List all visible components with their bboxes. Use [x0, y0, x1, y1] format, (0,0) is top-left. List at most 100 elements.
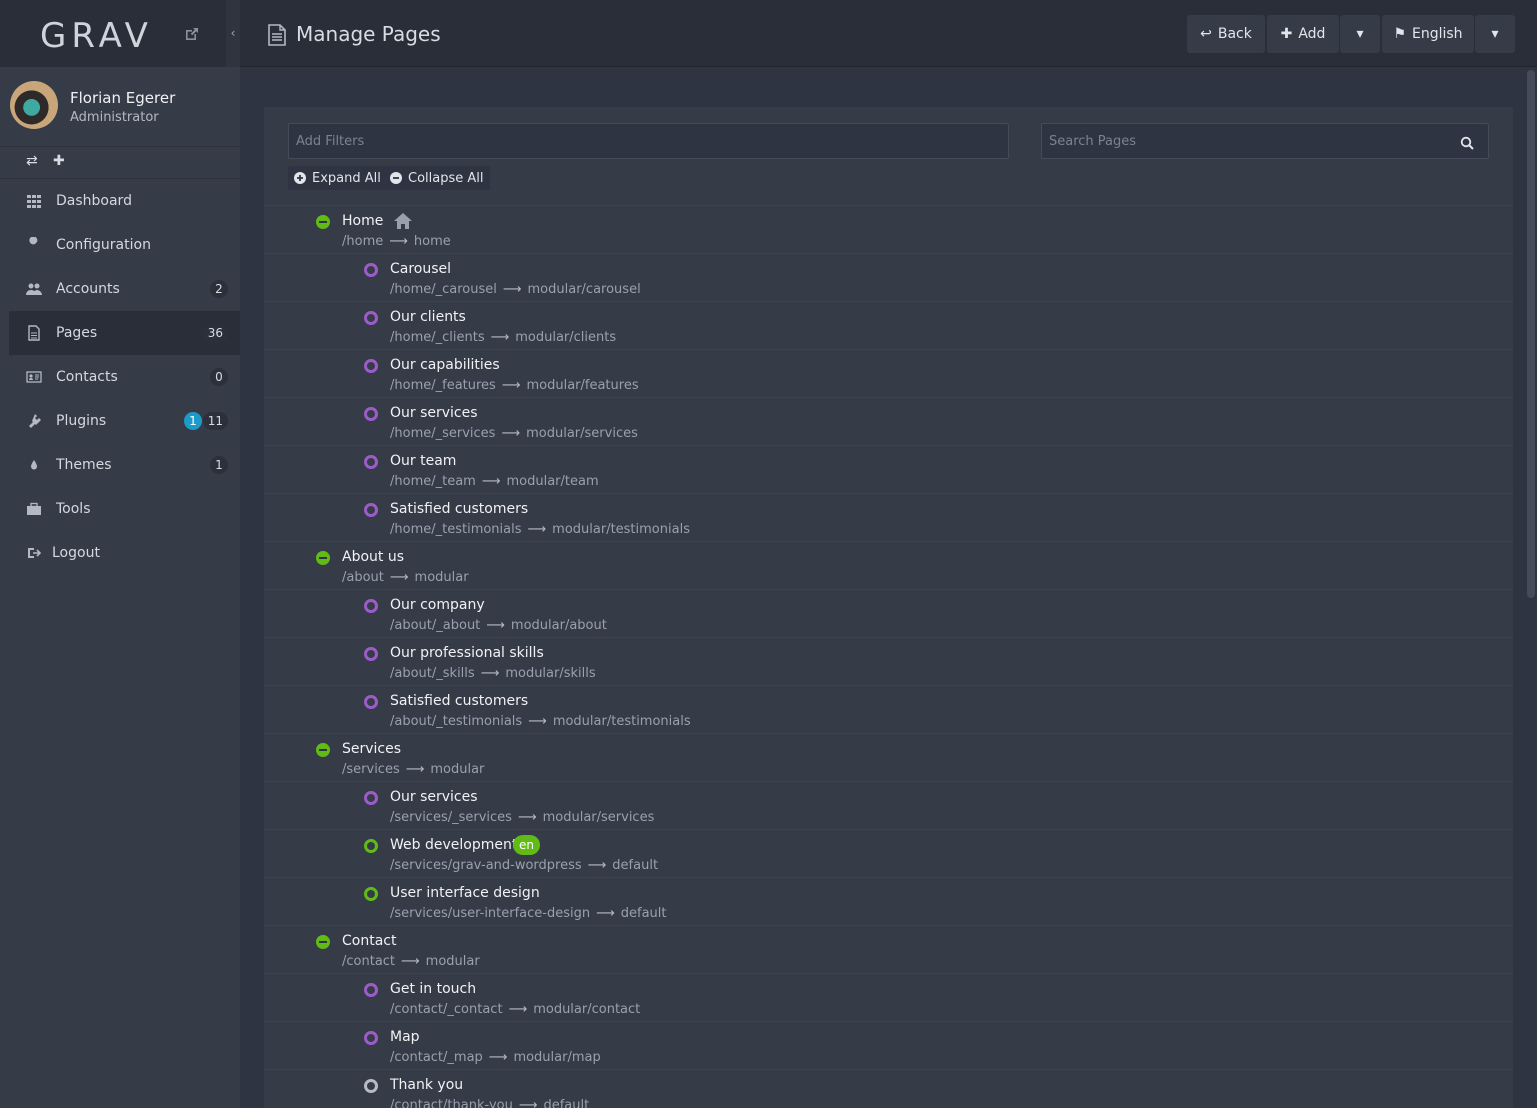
page-title-link[interactable]: Home — [342, 213, 383, 229]
page-title-link[interactable]: Our capabilities — [390, 357, 500, 373]
collapse-toggle-icon[interactable] — [316, 551, 330, 565]
page-title-link[interactable]: Our team — [390, 453, 456, 469]
long-arrow-right-icon: ⟶ — [486, 618, 505, 633]
page-template: modular/contact — [533, 1002, 641, 1017]
add-dropdown-toggle[interactable]: ▾ — [1340, 15, 1380, 53]
page-title-link[interactable]: Map — [390, 1029, 420, 1045]
avatar[interactable] — [10, 81, 58, 129]
page-title-link[interactable]: Thank you — [390, 1077, 463, 1093]
logo-bar: GRAV ‹ — [0, 0, 240, 67]
sidebar: GRAV ‹ Florian Egerer Administrator ⇄ ✚ … — [0, 0, 240, 1108]
page-row[interactable]: Thank you/contact/thank-you ⟶ default — [264, 1069, 1513, 1108]
expand-all-button[interactable]: Expand All — [288, 166, 387, 190]
page-route: /home/_carousel — [390, 282, 497, 297]
page-row[interactable]: User interface design/services/user-inte… — [264, 877, 1513, 925]
sidebar-item-label: Tools — [56, 501, 91, 517]
page-row[interactable]: Our clients/home/_clients ⟶ modular/client… — [264, 301, 1513, 349]
long-arrow-right-icon: ⟶ — [502, 282, 522, 297]
long-arrow-right-icon: ⟶ — [488, 1050, 508, 1065]
page-template: modular — [414, 570, 469, 585]
grav-logo[interactable]: GRAV — [40, 16, 153, 56]
collapse-toggle-icon[interactable] — [316, 935, 330, 949]
page-row[interactable]: Get in touch/contact/_contact ⟶ modular/co… — [264, 973, 1513, 1021]
page-row[interactable]: Satisfied customers/about/_testimonials ⟶… — [264, 685, 1513, 733]
sidebar-item-themes[interactable]: Themes 1 — [0, 443, 240, 487]
page-title-link[interactable]: Satisfied customers — [390, 693, 528, 709]
language-button[interactable]: ⚑ English — [1382, 15, 1474, 53]
page-path: /services/grav-and-wordpress ⟶ default — [390, 858, 658, 873]
language-badge[interactable]: en — [513, 835, 540, 855]
page-row[interactable]: Map/contact/_map ⟶ modular/map — [264, 1021, 1513, 1069]
add-button[interactable]: ✚ Add — [1267, 15, 1339, 53]
page-template: modular/carousel — [527, 282, 641, 297]
page-row[interactable]: Services/services ⟶ modular — [264, 733, 1513, 781]
long-arrow-right-icon: ⟶ — [490, 330, 510, 345]
page-row[interactable]: Our services/home/_services ⟶ modular/serv… — [264, 397, 1513, 445]
page-row[interactable]: Our team/home/_team ⟶ modular/team — [264, 445, 1513, 493]
page-row[interactable]: Our services/services/_services ⟶ modular/… — [264, 781, 1513, 829]
collapse-all-button[interactable]: Collapse All — [384, 166, 490, 190]
sidebar-collapse-toggle[interactable]: ‹ — [226, 0, 240, 67]
caret-down-icon: ▾ — [1356, 26, 1364, 42]
count-badge: 2 — [210, 280, 228, 298]
page-row[interactable]: Contact/contact ⟶ modular — [264, 925, 1513, 973]
page-route: /services/grav-and-wordpress — [390, 858, 582, 873]
page-title-link[interactable]: Satisfied customers — [390, 501, 528, 517]
back-button[interactable]: ↩ Back — [1187, 15, 1265, 53]
collapse-toggle-icon[interactable] — [316, 743, 330, 757]
page-title-link[interactable]: Our company — [390, 597, 485, 613]
page-status-icon — [364, 311, 378, 325]
page-row[interactable]: Our professional skills/about/_skills ⟶ mo… — [264, 637, 1513, 685]
page-status-icon — [364, 647, 378, 661]
sidebar-item-contacts[interactable]: Contacts 0 — [0, 355, 240, 399]
page-title-link[interactable]: Get in touch — [390, 981, 476, 997]
long-arrow-right-icon: ⟶ — [389, 570, 409, 585]
page-row[interactable]: Home/home ⟶ home — [264, 205, 1513, 253]
page-title-link[interactable]: User interface design — [390, 885, 540, 901]
long-arrow-right-icon: ⟶ — [501, 378, 521, 393]
page-title-link[interactable]: Services — [342, 741, 401, 757]
add-filters-input[interactable]: Add Filters — [288, 123, 1009, 159]
search-pages-input[interactable]: Search Pages — [1041, 123, 1489, 159]
page-status-icon — [364, 407, 378, 421]
page-title-link[interactable]: Contact — [342, 933, 396, 949]
page-row[interactable]: Web development en/services/grav-and-word… — [264, 829, 1513, 877]
page-title-link[interactable]: Our professional skills — [390, 645, 544, 661]
page-template: default — [612, 858, 659, 873]
pages-panel: Add Filters Search Pages Expand All Coll… — [264, 107, 1513, 1108]
page-path: /home/_carousel ⟶ modular/carousel — [390, 282, 641, 297]
plus-icon[interactable]: ✚ — [53, 153, 65, 169]
page-title-link[interactable]: Web development — [390, 837, 517, 853]
page-title-link[interactable]: Our services — [390, 789, 478, 805]
file-icon — [268, 24, 286, 46]
external-link-icon[interactable] — [184, 26, 200, 42]
page-title-link[interactable]: Our services — [390, 405, 478, 421]
retweet-icon[interactable]: ⇄ — [26, 153, 38, 169]
scrollbar[interactable] — [1527, 70, 1535, 598]
page-status-icon — [364, 791, 378, 805]
page-route: /about/_testimonials — [390, 714, 523, 729]
sidebar-item-tools[interactable]: Tools — [0, 487, 240, 531]
page-path: /home/_team ⟶ modular/team — [390, 474, 599, 489]
user-profile[interactable]: Florian Egerer Administrator — [0, 67, 240, 147]
sidebar-item-logout[interactable]: Logout — [0, 531, 240, 575]
sidebar-item-configuration[interactable]: Configuration — [0, 223, 240, 267]
sidebar-item-accounts[interactable]: Accounts 2 — [0, 267, 240, 311]
page-row[interactable]: Our company/about/_about ⟶ modular/about — [264, 589, 1513, 637]
language-dropdown-toggle[interactable]: ▾ — [1475, 15, 1515, 53]
page-route: /services — [342, 762, 400, 777]
sidebar-item-plugins[interactable]: Plugins 11 1 — [0, 399, 240, 443]
collapse-toggle-icon[interactable] — [316, 215, 330, 229]
page-row[interactable]: Our capabilities/home/_features ⟶ modular/… — [264, 349, 1513, 397]
page-row[interactable]: About us/about ⟶ modular — [264, 541, 1513, 589]
page-path: /home/_features ⟶ modular/features — [390, 378, 639, 393]
page-title-link[interactable]: Our clients — [390, 309, 466, 325]
page-path: /home/_services ⟶ modular/services — [390, 426, 638, 441]
sidebar-item-pages[interactable]: Pages 36 — [9, 311, 240, 355]
page-row[interactable]: Carousel/home/_carousel ⟶ modular/carousel — [264, 253, 1513, 301]
page-title-link[interactable]: About us — [342, 549, 404, 565]
page-row[interactable]: Satisfied customers/home/_testimonials ⟶ m… — [264, 493, 1513, 541]
page-title-link[interactable]: Carousel — [390, 261, 451, 277]
page-status-icon — [364, 1031, 378, 1045]
sidebar-item-dashboard[interactable]: Dashboard — [0, 179, 240, 223]
